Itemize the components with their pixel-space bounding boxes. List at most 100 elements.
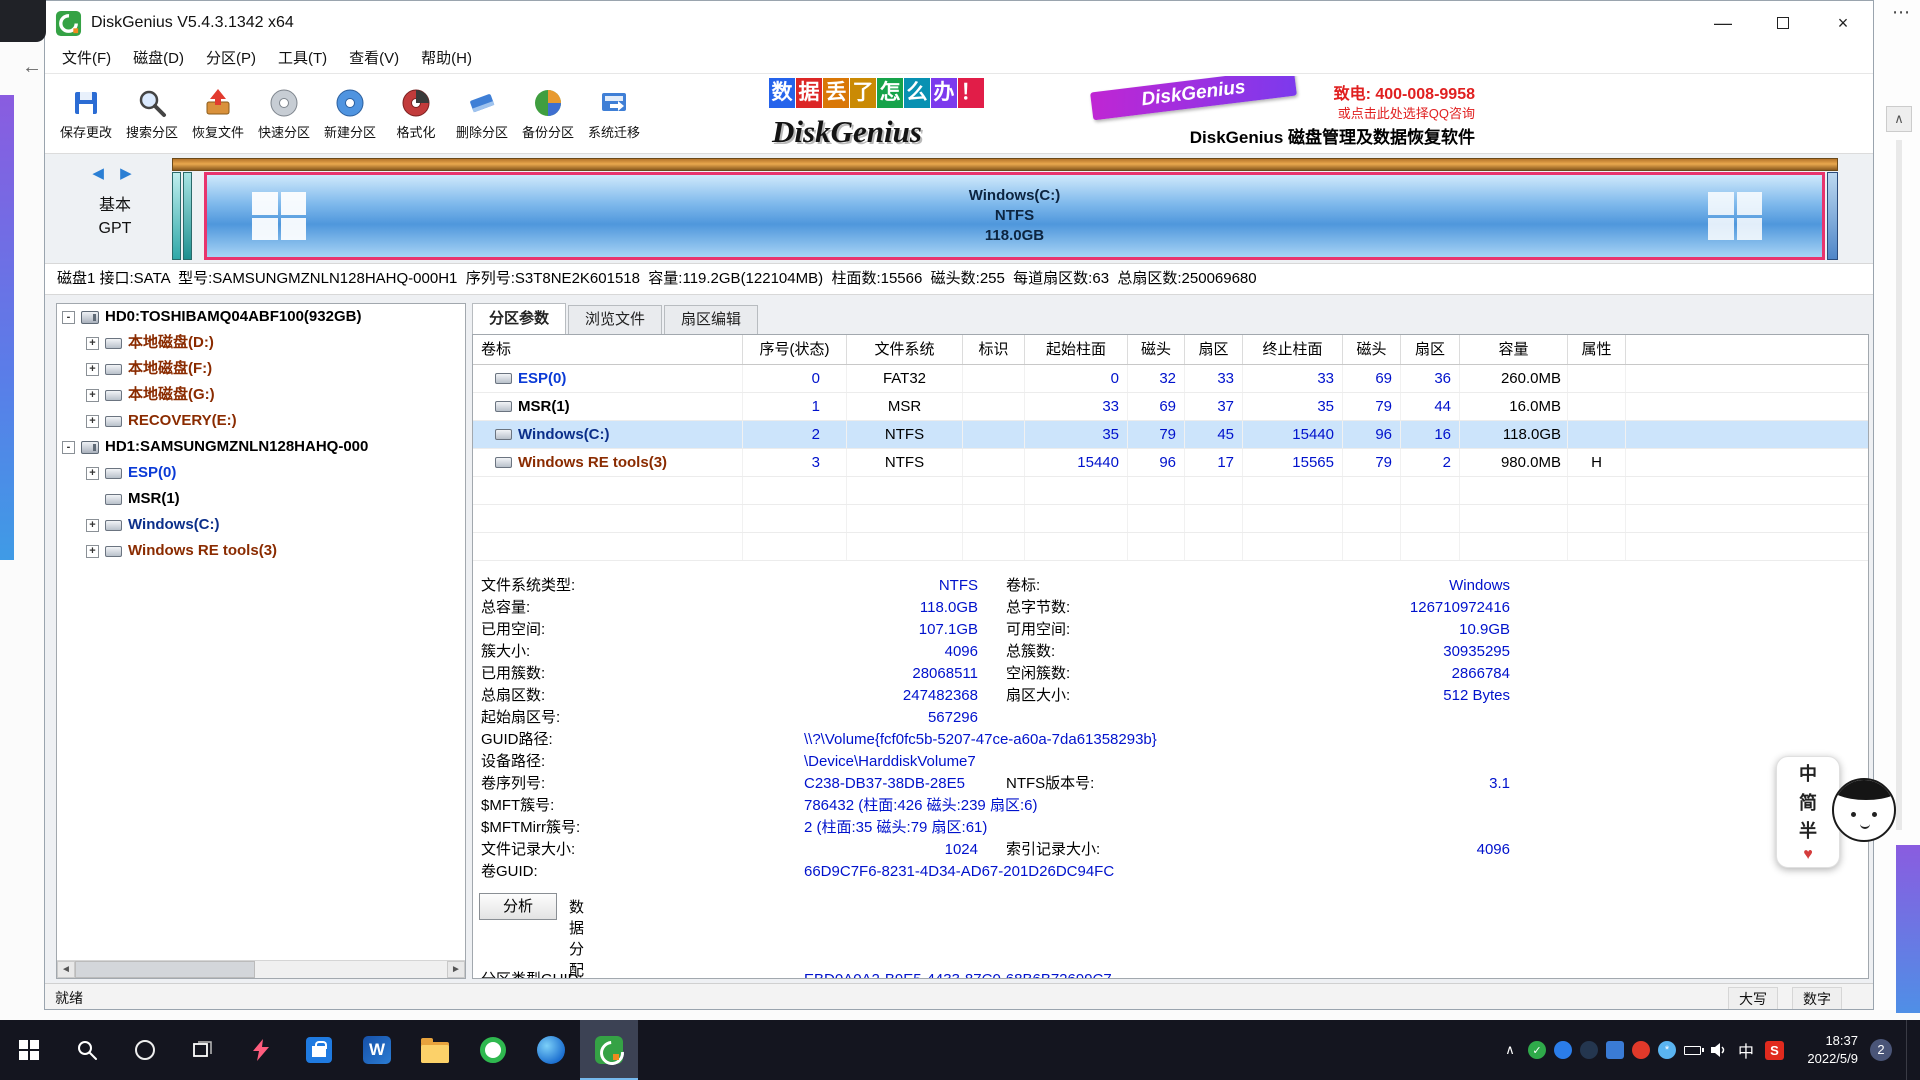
pinned-app-word[interactable]: W bbox=[348, 1020, 406, 1080]
format-button[interactable]: 格式化 bbox=[383, 77, 449, 151]
col-filesystem[interactable]: 文件系统 bbox=[847, 335, 963, 364]
scrollbar-thumb[interactable] bbox=[75, 961, 255, 978]
table-row-esp[interactable]: ESP(0) 0 FAT32 0 32 33 33 69 36 260.0MB bbox=[473, 365, 1868, 393]
col-end-cylinder[interactable]: 终止柱面 bbox=[1243, 335, 1343, 364]
search-partition-button[interactable]: 搜索分区 bbox=[119, 77, 185, 151]
tray-app-icon[interactable] bbox=[1606, 1041, 1624, 1059]
tree-item-windows-re[interactable]: +Windows RE tools(3) bbox=[57, 538, 465, 564]
input-language-indicator[interactable]: 中 bbox=[1735, 1038, 1757, 1062]
volume-icon[interactable] bbox=[1709, 1041, 1727, 1059]
menu-help[interactable]: 帮助(H) bbox=[410, 45, 483, 73]
pinned-app-lightning[interactable] bbox=[232, 1020, 290, 1080]
ime-mascot-avatar[interactable] bbox=[1832, 778, 1896, 842]
analyze-button[interactable]: 分析 bbox=[479, 893, 557, 920]
cortana-button[interactable] bbox=[116, 1020, 174, 1080]
table-row-msr[interactable]: MSR(1) 1 MSR 33 69 37 35 79 44 16.0MB bbox=[473, 393, 1868, 421]
expand-icon[interactable]: + bbox=[86, 545, 99, 558]
tray-netease-icon[interactable] bbox=[1632, 1041, 1650, 1059]
menu-disk[interactable]: 磁盘(D) bbox=[122, 45, 195, 73]
tree-item-local-f[interactable]: +本地磁盘(F:) bbox=[57, 356, 465, 382]
tree-horizontal-scrollbar[interactable]: ◄ ► bbox=[57, 960, 465, 978]
taskbar-diskgenius-button[interactable] bbox=[580, 1020, 638, 1080]
task-view-button[interactable] bbox=[174, 1020, 232, 1080]
sogou-ime-icon[interactable]: S bbox=[1765, 1041, 1784, 1060]
notification-badge[interactable]: 2 bbox=[1870, 1039, 1892, 1061]
tree-item-hd0[interactable]: -HD0:TOSHIBAMQ04ABF100(932GB) bbox=[57, 304, 465, 330]
expand-icon[interactable]: + bbox=[86, 337, 99, 350]
ad-phone-number[interactable]: 致电: 400-008-9958 bbox=[1334, 80, 1475, 104]
table-row-windows-re[interactable]: Windows RE tools(3) 3 NTFS 15440 96 17 1… bbox=[473, 449, 1868, 477]
start-button[interactable] bbox=[0, 1020, 58, 1080]
expand-icon[interactable]: + bbox=[86, 389, 99, 402]
battery-icon[interactable] bbox=[1684, 1046, 1701, 1055]
delete-partition-button[interactable]: 删除分区 bbox=[449, 77, 515, 151]
ad-qq-link[interactable]: 或点击此处选择QQ咨询 bbox=[1338, 103, 1475, 122]
browser-back-icon[interactable]: ← bbox=[22, 56, 42, 79]
show-desktop-button[interactable] bbox=[1906, 1020, 1912, 1080]
pinned-app-edge[interactable] bbox=[522, 1020, 580, 1080]
expand-icon[interactable]: + bbox=[86, 467, 99, 480]
menu-view[interactable]: 查看(V) bbox=[338, 45, 410, 73]
heart-icon[interactable]: ♥ bbox=[1803, 846, 1813, 864]
taskbar-clock[interactable]: 18:37 2022/5/9 bbox=[1792, 1032, 1858, 1067]
quick-partition-button[interactable]: 快速分区 bbox=[251, 77, 317, 151]
scroll-left-icon[interactable]: ◄ bbox=[57, 961, 75, 978]
tree-item-windows-c[interactable]: +Windows(C:) bbox=[57, 512, 465, 538]
pinned-app-store[interactable] bbox=[290, 1020, 348, 1080]
backup-partition-button[interactable]: 备份分区 bbox=[515, 77, 581, 151]
system-migrate-button[interactable]: 系统迁移 bbox=[581, 77, 647, 151]
menu-file[interactable]: 文件(F) bbox=[51, 45, 122, 73]
background-scrollbar[interactable] bbox=[1896, 140, 1902, 830]
col-start-cylinder[interactable]: 起始柱面 bbox=[1025, 335, 1128, 364]
recover-files-button[interactable]: 恢复文件 bbox=[185, 77, 251, 151]
disk-nav-left-icon[interactable]: ◀ bbox=[92, 165, 110, 182]
whole-disk-bar[interactable] bbox=[172, 158, 1838, 171]
col-end-head[interactable]: 磁头 bbox=[1343, 335, 1401, 364]
col-attributes[interactable]: 属性 bbox=[1568, 335, 1626, 364]
partition-bar-msr[interactable] bbox=[183, 172, 192, 260]
menu-partition[interactable]: 分区(P) bbox=[195, 45, 267, 73]
tree-item-recovery-e[interactable]: +RECOVERY(E:) bbox=[57, 408, 465, 434]
pinned-app-file-explorer[interactable] bbox=[406, 1020, 464, 1080]
tree-item-local-g[interactable]: +本地磁盘(G:) bbox=[57, 382, 465, 408]
partition-bar-windows-c[interactable]: Windows(C:) NTFS 118.0GB bbox=[204, 172, 1825, 260]
tab-partition-parameters[interactable]: 分区参数 bbox=[472, 303, 566, 334]
ime-mode-chinese[interactable]: 中 bbox=[1799, 760, 1817, 786]
tray-cloud-icon[interactable] bbox=[1554, 1041, 1572, 1059]
col-start-sector[interactable]: 扇区 bbox=[1185, 335, 1243, 364]
ime-status-widget[interactable]: 中 简 半 ♥ bbox=[1776, 756, 1898, 872]
partition-bar-re-tools[interactable] bbox=[1827, 172, 1838, 260]
col-start-head[interactable]: 磁头 bbox=[1128, 335, 1185, 364]
minimize-button[interactable]: — bbox=[1693, 1, 1753, 45]
col-volume-label[interactable]: 卷标 bbox=[473, 335, 743, 364]
tree-item-msr[interactable]: MSR(1) bbox=[57, 486, 465, 512]
ime-mode-halfwidth[interactable]: 半 bbox=[1799, 817, 1817, 843]
tree-item-hd1[interactable]: -HD1:SAMSUNGMZNLN128HAHQ-000 bbox=[57, 434, 465, 460]
expand-icon[interactable]: + bbox=[86, 363, 99, 376]
col-flag[interactable]: 标识 bbox=[963, 335, 1025, 364]
maximize-button[interactable] bbox=[1753, 1, 1813, 45]
tab-sector-edit[interactable]: 扇区编辑 bbox=[664, 305, 758, 334]
collapse-icon[interactable]: - bbox=[62, 311, 75, 324]
tree-item-local-d[interactable]: +本地磁盘(D:) bbox=[57, 330, 465, 356]
disk-nav-right-icon[interactable]: ▶ bbox=[120, 165, 138, 182]
col-end-sector[interactable]: 扇区 bbox=[1401, 335, 1460, 364]
ime-mode-simplified[interactable]: 简 bbox=[1799, 789, 1817, 815]
menu-tools[interactable]: 工具(T) bbox=[267, 45, 338, 73]
tray-chevron-up-icon[interactable]: ∧ bbox=[1500, 1042, 1520, 1058]
new-partition-button[interactable]: 新建分区 bbox=[317, 77, 383, 151]
scroll-right-icon[interactable]: ► bbox=[447, 961, 465, 978]
close-button[interactable]: × bbox=[1813, 1, 1873, 45]
tray-security-icon[interactable]: ✓ bbox=[1528, 1041, 1546, 1059]
tray-snowflake-icon[interactable]: * bbox=[1658, 1041, 1676, 1059]
tree-item-esp[interactable]: +ESP(0) bbox=[57, 460, 465, 486]
scroll-up-icon[interactable]: ∧ bbox=[1886, 106, 1912, 132]
tray-qq-icon[interactable] bbox=[1580, 1041, 1598, 1059]
table-row-windows-c-selected[interactable]: Windows(C:) 2 NTFS 35 79 45 15440 96 16 … bbox=[473, 421, 1868, 449]
taskbar-search-button[interactable] bbox=[58, 1020, 116, 1080]
expand-icon[interactable]: + bbox=[86, 519, 99, 532]
expand-icon[interactable]: + bbox=[86, 415, 99, 428]
pinned-app-green-browser[interactable] bbox=[464, 1020, 522, 1080]
col-capacity[interactable]: 容量 bbox=[1460, 335, 1568, 364]
tab-browse-files[interactable]: 浏览文件 bbox=[568, 305, 662, 334]
